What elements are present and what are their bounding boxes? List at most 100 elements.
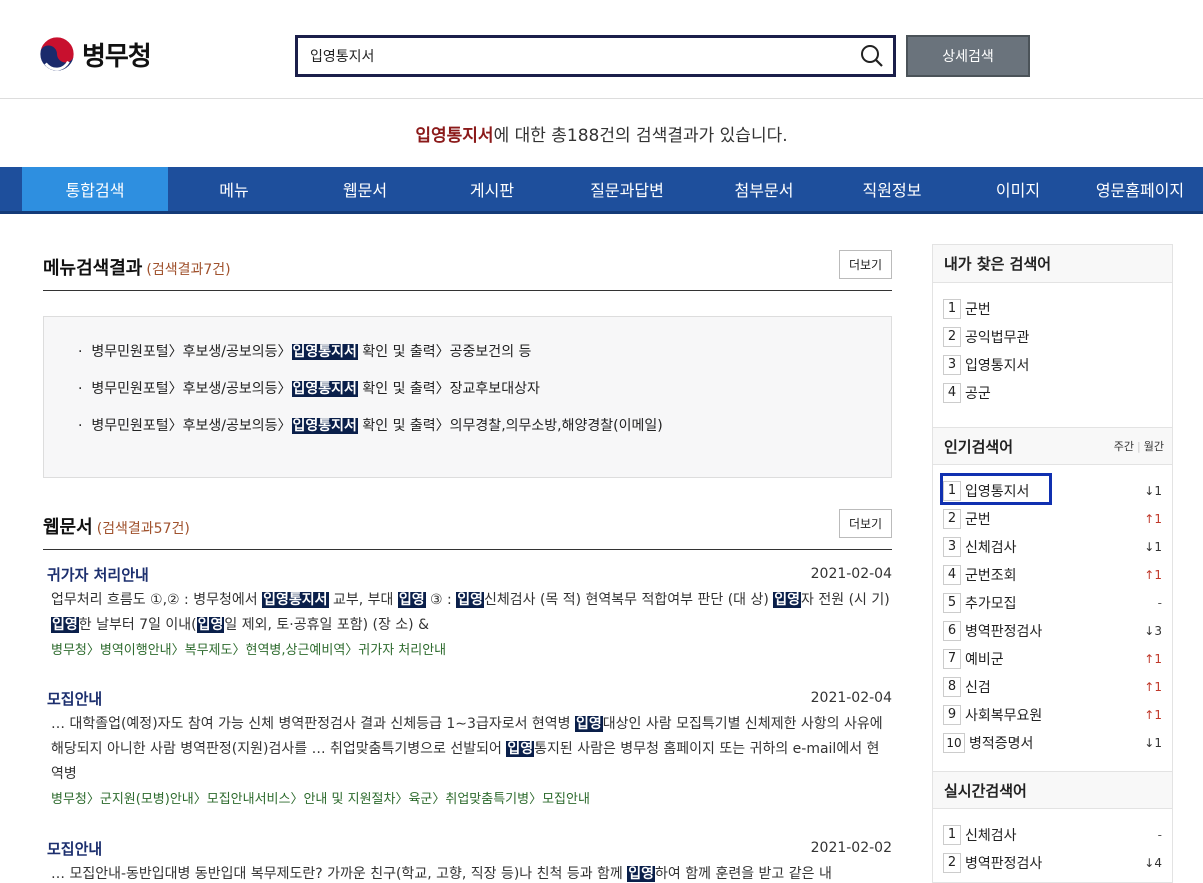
ranked-search-item[interactable]: 5 추가모집 - xyxy=(943,589,1164,617)
section-title: 웹문서 (검색결과57건) xyxy=(43,517,190,538)
ranked-search-item[interactable]: 9 사회복무요원 ↑1 xyxy=(943,701,1164,729)
rank-down-icon: ↓3 xyxy=(1144,624,1162,638)
doc-snippet: … 모집안내-동반입대병 동반입대 복무제도란? 가까운 친구(학교, 고향, … xyxy=(51,866,832,882)
doc-title[interactable]: 모집안내 xyxy=(47,838,102,859)
ranked-search-item[interactable]: 6 병역판정검사 ↓3 xyxy=(943,617,1164,645)
doc-title[interactable]: 모집안내 xyxy=(47,688,102,709)
search-term: 군번조회 xyxy=(965,568,1017,584)
rank-number: 10 xyxy=(943,733,965,753)
ranked-search-item[interactable]: 3 신체검사 ↓1 xyxy=(943,533,1164,561)
doc-snippet: 업무처리 흐름도 ①,② : 병무청에서 입영통지서 교부, 부대 입영 ③ :… xyxy=(51,592,890,658)
rank-up-icon: ↑1 xyxy=(1144,680,1162,694)
menu-result-item[interactable]: · 병무민원포털〉후보생/공보의등〉입영통지서 확인 및 출력〉의무경찰,의무소… xyxy=(78,415,891,452)
menu-results-list: · 병무민원포털〉후보생/공보의등〉입영통지서 확인 및 출력〉공중보건의 등 … xyxy=(43,316,892,478)
tab-qna[interactable]: 질문과답변 xyxy=(554,167,700,211)
popular-searches-list: 1 입영통지서 ↓1 2 군번 ↑1 3 신체검사 ↓1 4 군번조회 ↑1 5 추가모집 -6 병역판정검사… xyxy=(933,465,1172,771)
rank-down-icon: ↓4 xyxy=(1144,856,1162,870)
header: 병무청 상세검색 xyxy=(0,0,1203,99)
rank-number: 8 xyxy=(943,677,961,697)
ranked-search-item[interactable]: 7 예비군 ↑1 xyxy=(943,645,1164,673)
rank-number: 4 xyxy=(943,565,961,585)
section-title: 메뉴검색결과 (검색결과7건) xyxy=(43,258,231,279)
menu-more-button[interactable]: 더보기 xyxy=(839,250,892,279)
doc-path[interactable]: 병무청〉군지원(모병)안내〉모집안내서비스〉안내 및 지원절차〉육군〉취업맞춤특… xyxy=(51,792,590,807)
period-toggle: 주간 | 월간 xyxy=(1113,440,1164,453)
search-box xyxy=(295,35,896,77)
search-term: 추가모집 xyxy=(965,596,1017,612)
tab-images[interactable]: 이미지 xyxy=(956,167,1080,211)
web-results-header: 웹문서 (검색결과57건) 더보기 xyxy=(43,473,892,550)
logo[interactable]: 병무청 xyxy=(38,35,152,73)
rank-number: 3 xyxy=(943,537,961,557)
summary-text: 에 대한 총188건의 검색결과가 있습니다. xyxy=(493,125,788,146)
rank-number: 5 xyxy=(943,593,961,613)
tab-menu[interactable]: 메뉴 xyxy=(168,167,300,211)
tab-board[interactable]: 게시판 xyxy=(430,167,554,211)
web-more-button[interactable]: 더보기 xyxy=(839,509,892,538)
advanced-search-button[interactable]: 상세검색 xyxy=(906,35,1030,77)
tab-attachments[interactable]: 첨부문서 xyxy=(700,167,828,211)
menu-results-header: 메뉴검색결과 (검색결과7건) 더보기 xyxy=(43,214,892,291)
result-count: (검색결과57건) xyxy=(96,521,190,537)
tab-integrated-search[interactable]: 통합검색 xyxy=(22,167,168,211)
rank-down-icon: ↓1 xyxy=(1144,484,1162,498)
doc-date: 2021-02-04 xyxy=(810,690,892,706)
menu-result-item[interactable]: · 병무민원포털〉후보생/공보의등〉입영통지서 확인 및 출력〉장교후보대상자 xyxy=(78,378,891,415)
doc-date: 2021-02-04 xyxy=(810,566,892,582)
monthly-toggle[interactable]: 월간 xyxy=(1144,440,1164,453)
ranked-search-item[interactable]: 8 신검 ↑1 xyxy=(943,673,1164,701)
rank-up-icon: ↑1 xyxy=(1144,708,1162,722)
ranked-search-item[interactable]: 1 신체검사 - xyxy=(943,821,1164,849)
ranked-search-item[interactable]: 4 군번조회 ↑1 xyxy=(943,561,1164,589)
rank-up-icon: ↑1 xyxy=(1144,652,1162,666)
result-summary: 입영통지서 에 대한 총188건의 검색결과가 있습니다. xyxy=(0,99,1203,167)
rank-unchanged-icon: - xyxy=(1157,828,1162,842)
search-term: 사회복무요원 xyxy=(965,708,1043,724)
ranked-search-item[interactable]: 2 군번 ↑1 xyxy=(943,505,1164,533)
rank-up-icon: ↑1 xyxy=(1144,568,1162,582)
rank-number: 9 xyxy=(943,705,961,725)
rank-number: 2 xyxy=(943,853,961,873)
search-term: 병적증명서 xyxy=(969,736,1034,752)
my-searches-list: 1 군번 2 공익법무관 3 입영통지서 4 공군 xyxy=(933,283,1172,427)
doc-date: 2021-02-02 xyxy=(810,840,892,856)
search-term: 병역판정검사 xyxy=(965,856,1043,872)
my-searches-title: 내가 찾은 검색어 xyxy=(933,245,1172,283)
my-search-item[interactable]: 2 공익법무관 xyxy=(943,323,1164,351)
my-search-item[interactable]: 1 군번 xyxy=(943,295,1164,323)
doc-path[interactable]: 병무청〉병역이행안내〉복무제도〉현역병,상근예비역〉귀가자 처리안내 xyxy=(51,643,446,658)
my-search-item[interactable]: 4 공군 xyxy=(943,379,1164,407)
doc-snippet: … 대학졸업(예정)자도 참여 가능 신체 병역판정검사 결과 신체등급 1∼3… xyxy=(51,716,883,807)
rank-unchanged-icon: - xyxy=(1157,596,1162,610)
search-term: 예비군 xyxy=(965,652,1004,668)
realtime-searches-list: 1 신체검사 - 2 병역판정검사 ↓4 xyxy=(933,809,1172,882)
doc-title[interactable]: 귀가자 처리안내 xyxy=(47,564,149,585)
search-term: 신체검사 xyxy=(965,828,1017,844)
my-search-item[interactable]: 3 입영통지서 xyxy=(943,351,1164,379)
realtime-searches-title: 실시간검색어 xyxy=(933,771,1172,809)
rank-down-icon: ↓1 xyxy=(1144,736,1162,750)
rank-number: 1 xyxy=(943,825,961,845)
search-input[interactable] xyxy=(298,38,838,74)
search-icon[interactable] xyxy=(859,43,885,69)
ranked-search-item[interactable]: 10 병적증명서 ↓1 xyxy=(943,729,1164,757)
result-count: (검색결과7건) xyxy=(146,262,231,278)
search-term: 군번 xyxy=(965,512,991,528)
rank-number: 7 xyxy=(943,649,961,669)
search-category-tabs: 통합검색 메뉴 웹문서 게시판 질문과답변 첨부문서 직원정보 이미지 영문홈페… xyxy=(0,167,1203,214)
rank-up-icon: ↑1 xyxy=(1144,512,1162,526)
logo-text: 병무청 xyxy=(82,41,152,72)
tab-staff-info[interactable]: 직원정보 xyxy=(828,167,956,211)
ranked-search-item[interactable]: 2 병역판정검사 ↓4 xyxy=(943,849,1164,877)
search-term: 병역판정검사 xyxy=(965,624,1043,640)
main-results: 메뉴검색결과 (검색결과7건) 더보기 · 병무민원포털〉후보생/공보의등〉입영통… xyxy=(43,214,892,883)
weekly-toggle[interactable]: 주간 xyxy=(1114,440,1134,453)
tab-english-site[interactable]: 영문홈페이지 xyxy=(1080,167,1200,211)
rank-number: 6 xyxy=(943,621,961,641)
tab-web-docs[interactable]: 웹문서 xyxy=(300,167,430,211)
menu-result-item[interactable]: · 병무민원포털〉후보생/공보의등〉입영통지서 확인 및 출력〉공중보건의 등 xyxy=(78,341,891,378)
rank-number: 2 xyxy=(943,509,961,529)
rank-down-icon: ↓1 xyxy=(1144,540,1162,554)
sidebar: 내가 찾은 검색어 1 군번 2 공익법무관 3 입영통지서 4 공군 인기검색어 주간… xyxy=(932,244,1173,883)
popular-searches-title: 인기검색어 주간 | 월간 xyxy=(933,427,1172,465)
